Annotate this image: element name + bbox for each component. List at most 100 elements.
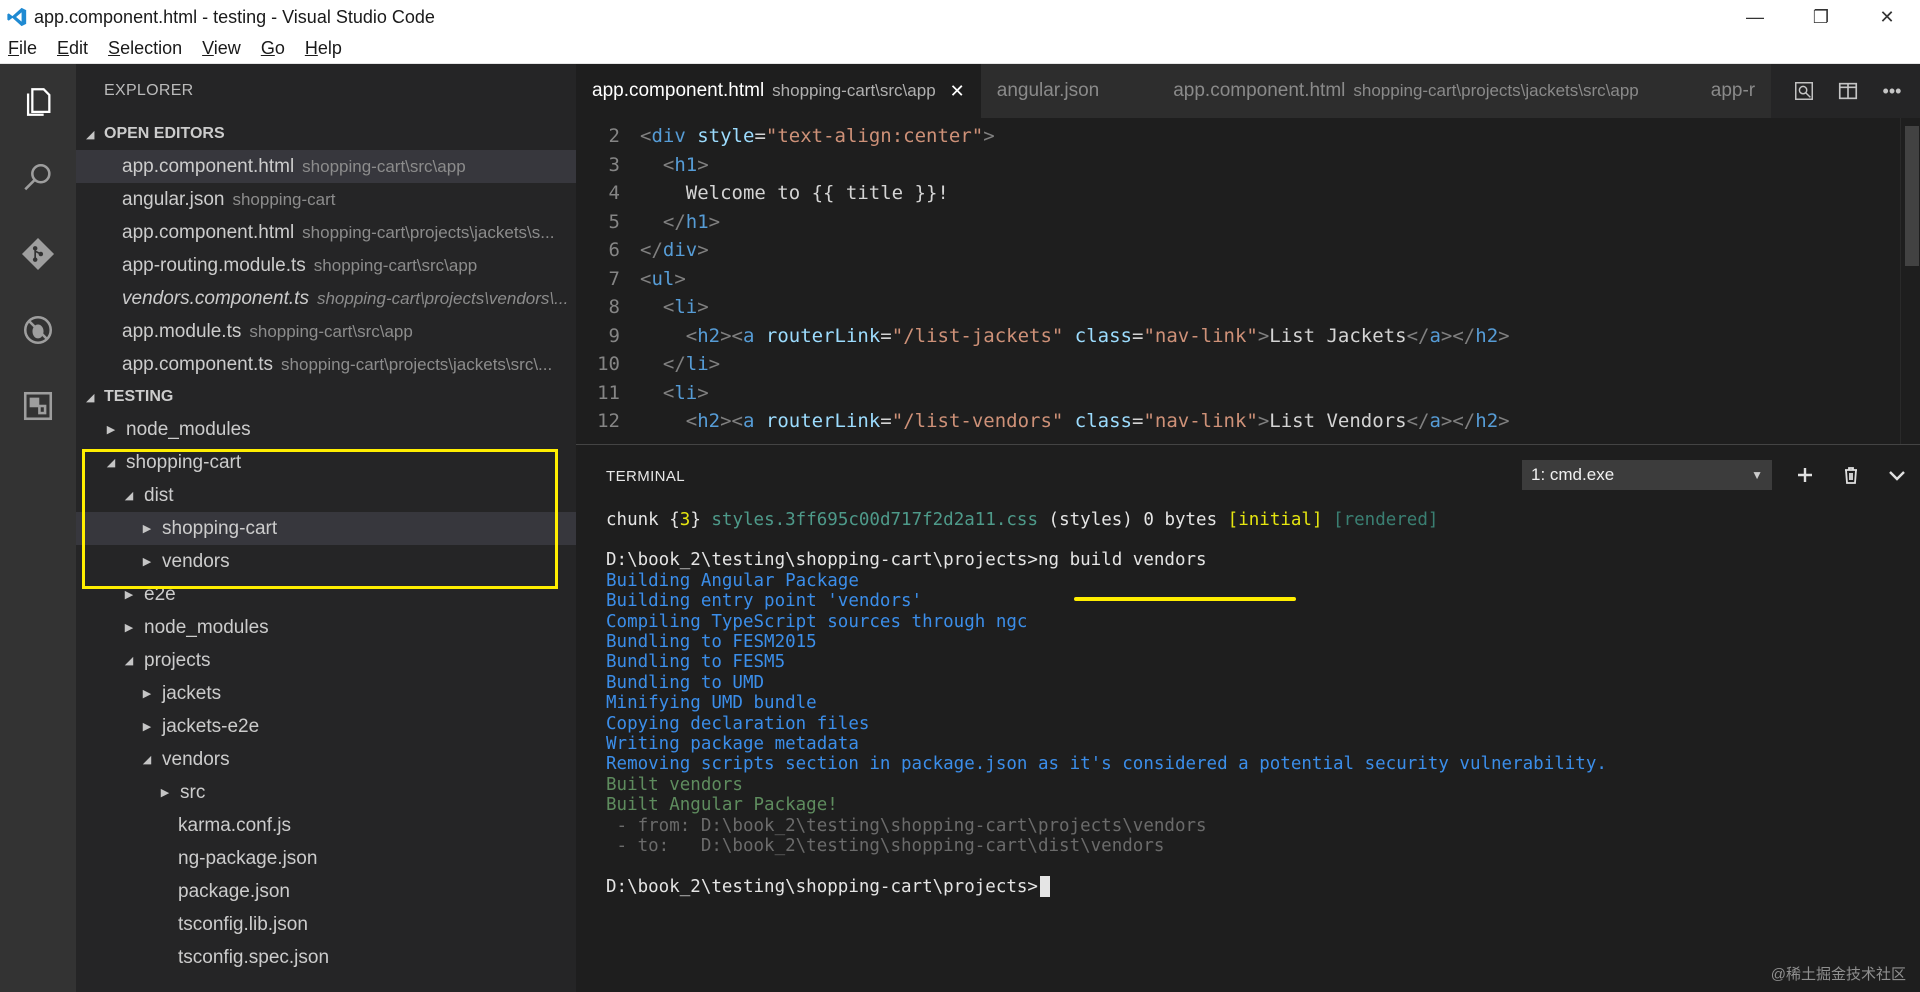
terminal-text: D:\book_2\testing\shopping-cart\projects… — [606, 876, 1038, 897]
tree-file-tsconfig-spec[interactable]: tsconfig.spec.json — [76, 941, 576, 974]
code-token: "/list-vendors" — [891, 410, 1064, 432]
tree-folder-node-modules-inner[interactable]: ▶ node_modules — [76, 611, 576, 644]
debug-icon[interactable] — [0, 292, 76, 368]
code-token: h2 — [697, 324, 721, 347]
code-token: < — [640, 267, 652, 290]
tree-file-package-json[interactable]: package.json — [76, 875, 576, 908]
code-token: < — [662, 381, 675, 404]
code-line: 6 </div> — [576, 236, 709, 264]
extensions-icon[interactable] — [0, 368, 76, 444]
tree-folder-shopping-cart[interactable]: ◢ shopping-cart — [76, 446, 576, 479]
open-editor-item[interactable]: app.module.ts shopping-cart\src\app — [76, 315, 576, 348]
chevron-right-icon: ▶ — [106, 424, 116, 436]
chevron-down-icon[interactable] — [1874, 457, 1920, 493]
tree-folder-vendors[interactable]: ◢ vendors — [76, 743, 576, 776]
tree-folder-dist[interactable]: ◢ dist — [76, 479, 576, 512]
code-text: </h1> — [640, 211, 720, 233]
code-token: </ — [1406, 324, 1430, 347]
window-title: app.component.html - testing - Visual St… — [34, 6, 435, 27]
tree-file-karma-conf[interactable]: karma.conf.js — [76, 809, 576, 842]
tree-folder-jackets-e2e[interactable]: ▶ jackets-e2e — [76, 710, 576, 743]
chevron-down-icon: ◢ — [124, 490, 134, 502]
menu-view[interactable]: View — [202, 38, 241, 59]
new-terminal-plus-icon[interactable] — [1782, 457, 1828, 493]
terminal-text: - to: D:\book_2\testing\shopping-cart\di… — [606, 835, 1165, 856]
menu-edit[interactable]: Edit — [57, 38, 88, 59]
code-token: a — [1429, 324, 1441, 347]
restore-button[interactable]: ❐ — [1788, 0, 1854, 34]
code-token: </ — [662, 353, 686, 375]
chevron-right-icon: ▶ — [124, 622, 134, 634]
terminal-select[interactable]: 1: cmd.exe ▼ — [1522, 460, 1772, 490]
code-token: < — [685, 324, 698, 347]
code-token: > — [697, 239, 709, 261]
minimize-button[interactable]: — — [1722, 0, 1788, 34]
tab-app-component-html-jackets[interactable]: app.component.html shopping-cart\project… — [1157, 64, 1695, 118]
line-number: 7 — [608, 267, 620, 290]
open-editors-header[interactable]: ◢ OPEN EDITORS — [76, 118, 576, 150]
panel-title[interactable]: TERMINAL — [606, 468, 685, 485]
tree-file-ng-package[interactable]: ng-package.json — [76, 842, 576, 875]
open-editor-item[interactable]: app.component.html shopping-cart\src\app — [76, 150, 576, 183]
tab-app-component-html[interactable]: app.component.html shopping-cart\src\app… — [576, 64, 981, 118]
code-text: </li> — [640, 353, 720, 375]
chevron-down-icon: ◢ — [142, 754, 152, 766]
menu-file[interactable]: File — [8, 38, 37, 59]
tree-folder-jackets[interactable]: ▶ jackets — [76, 677, 576, 710]
workspace-header[interactable]: ◢ TESTING — [76, 381, 576, 413]
code-token: routerLink — [765, 410, 881, 432]
code-token: > — [708, 353, 721, 375]
tab-angular-json[interactable]: angular.json — [980, 64, 1158, 118]
tree-folder-node-modules[interactable]: ▶ node_modules — [76, 413, 576, 446]
files-icon[interactable] — [0, 64, 76, 140]
open-editor-item[interactable]: app-routing.module.ts shopping-cart\src\a… — [76, 249, 576, 282]
title-bar: app.component.html - testing - Visual St… — [0, 0, 1920, 34]
tab-app-r[interactable]: app-r — [1694, 64, 1772, 118]
search-icon[interactable] — [0, 140, 76, 216]
tree-folder-projects[interactable]: ◢ projects — [76, 644, 576, 677]
tree-folder-dist-shopping-cart[interactable]: ▶ shopping-cart — [76, 512, 576, 545]
trash-icon[interactable] — [1828, 457, 1874, 493]
code-token: < — [662, 296, 675, 318]
close-button[interactable]: ✕ — [1854, 0, 1920, 34]
menu-help[interactable]: Help — [305, 38, 342, 59]
open-editor-item[interactable]: app.component.html shopping-cart\projects… — [76, 216, 576, 249]
open-editor-item[interactable]: angular.json shopping-cart — [76, 183, 576, 216]
close-icon[interactable]: ✕ — [950, 81, 965, 102]
code-token: > — [708, 210, 721, 233]
terminal-text: } — [690, 509, 712, 530]
split-editor-icon[interactable] — [1826, 64, 1870, 118]
menu-go[interactable]: Go — [261, 38, 285, 59]
tree-file-tsconfig-lib[interactable]: tsconfig.lib.json — [76, 908, 576, 941]
scrollbar-thumb[interactable] — [1905, 126, 1919, 266]
code-token: > — [674, 267, 686, 290]
explorer-sidebar: EXPLORER ◢ OPEN EDITORS app.component.ht… — [76, 64, 576, 992]
open-editor-item[interactable]: app.component.ts shopping-cart\projects\j… — [76, 348, 576, 381]
editor-scrollbar[interactable] — [1900, 118, 1920, 444]
open-editor-item[interactable]: vendors.component.ts shopping-cart\projec… — [76, 282, 576, 315]
code-token: >< — [720, 324, 743, 347]
tree-folder-src[interactable]: ▶ src — [76, 776, 576, 809]
more-actions-icon[interactable]: ••• — [1870, 64, 1914, 118]
code-token: > — [1498, 410, 1510, 432]
terminal-output[interactable]: chunk {3} styles.3ff695c00d717f2d2a11.cs… — [606, 507, 1896, 992]
code-token: h1 — [674, 153, 698, 176]
chevron-right-icon: ▶ — [160, 787, 170, 799]
code-token: class — [1074, 324, 1132, 347]
tree-folder-e2e[interactable]: ▶ e2e — [76, 578, 576, 611]
code-editor[interactable]: 2 <div style="text-align:center"> 3 <h1> 4 … — [576, 118, 1920, 444]
source-control-icon[interactable] — [0, 216, 76, 292]
code-token: = — [880, 324, 892, 347]
line-number: 4 — [608, 182, 620, 204]
menu-selection[interactable]: Selection — [108, 38, 182, 59]
terminal-text: [initial] — [1227, 509, 1323, 530]
terminal-text: [rendered] — [1333, 509, 1439, 530]
code-text: <div style="text-align:center"> — [640, 125, 995, 147]
code-token: style — [697, 125, 755, 147]
open-changes-icon[interactable] — [1782, 64, 1826, 118]
tree-folder-dist-vendors[interactable]: ▶ vendors — [76, 545, 576, 578]
